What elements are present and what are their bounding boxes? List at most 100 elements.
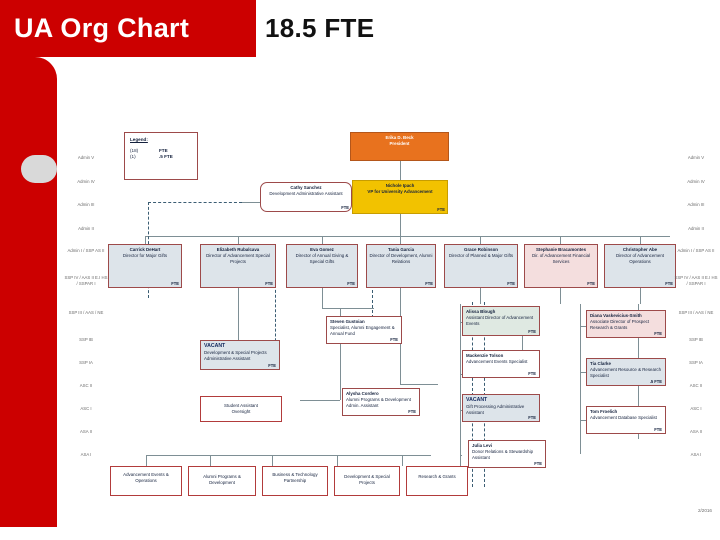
connector — [400, 214, 401, 236]
node-assoc-director-prospect-research[interactable]: Diana Vaskevicius-Smith Associate Direct… — [586, 310, 666, 338]
connector — [146, 455, 147, 466]
function-label: Advancement Events & Operations — [123, 472, 169, 483]
node-research-specialist[interactable]: Tia Clarke Advancement Resource & Resear… — [586, 358, 666, 386]
node-database-specialist[interactable]: Tom Froelich Advancement Database Specia… — [586, 406, 666, 434]
node-role: Specialist, Alumni Engagement & Annual F… — [330, 324, 395, 336]
node-role: Advancement Database Specialist — [590, 414, 657, 420]
node-role: Development Administrative Assistant — [269, 190, 343, 196]
function-research-grants[interactable]: Research & Grants — [406, 466, 468, 496]
connector — [640, 236, 641, 244]
node-vacant-gift-processing-assistant[interactable]: VACANT Gift Processing Administrative As… — [462, 394, 540, 422]
connector — [272, 455, 273, 466]
connector — [402, 455, 403, 466]
node-fte: .5 FTE — [649, 378, 662, 384]
node-fte: FTE — [528, 414, 536, 420]
node-role: VP for University Advancement — [367, 188, 433, 194]
ruler-left-asc-i: ASC I — [80, 406, 92, 411]
ruler-right-asa-i: ASA I — [690, 452, 702, 457]
ruler-right-ssp-iv: SSP IV / AAS II E.I HS / SSPAR I — [674, 275, 718, 286]
ruler-left-admin-iii: Admin III — [77, 202, 95, 207]
rail-notch-decoration — [21, 155, 57, 183]
node-director-alumni-relations[interactable]: Tania Garcia Director of Development, Al… — [366, 244, 436, 288]
node-director-major-gifts[interactable]: Carrick DeHart Director for Major Gifts … — [108, 244, 182, 288]
org-chart: Legend: (18) FTE (1) .5 FTE Erika D. Bec… — [60, 110, 720, 515]
node-director-annual-giving[interactable]: Eva Gomez Director of Annual Giving & Sp… — [286, 244, 358, 288]
ruler-right-admin-i: Admin I / SSP AS II — [677, 248, 715, 253]
connector — [480, 288, 481, 304]
node-role: Director for Major Gifts — [122, 252, 168, 258]
node-fte: FTE — [171, 280, 179, 286]
function-development-special-projects[interactable]: Development & Special Projects — [334, 466, 400, 496]
ruler-left-asa-ii: ASA II — [80, 429, 92, 434]
node-director-special-projects[interactable]: Elizabeth Rubalcava Director of Advancem… — [200, 244, 276, 288]
node-alumni-engagement-specialist[interactable]: Steven Gustoian Specialist, Alumni Engag… — [326, 316, 402, 344]
function-label: Development & Special Projects — [344, 474, 390, 485]
node-role: Development & Special Projects Administr… — [204, 349, 267, 361]
ruler-left-ssp-iii: SSP III / AAS / NE — [68, 310, 104, 315]
node-fte: FTE — [665, 280, 673, 286]
connector — [300, 400, 340, 401]
node-development-admin-assistant[interactable]: Cathy Sanchez Development Administrative… — [260, 182, 352, 212]
ruler-right-admin-iii: Admin III — [687, 202, 705, 207]
node-fte: FTE — [265, 280, 273, 286]
side-rail — [0, 57, 57, 527]
function-business-technology[interactable]: Business & Technology Partnership — [262, 466, 328, 496]
node-role: Assistant Director of Advancement Events — [466, 314, 534, 326]
connector — [238, 236, 239, 244]
connector — [238, 288, 239, 340]
node-donor-relations-assistant[interactable]: Julia Levi Donor Relations & Stewardship… — [468, 440, 546, 468]
node-president[interactable]: Erika D. Beck President — [350, 132, 449, 161]
legend-heading: Legend: — [130, 137, 148, 142]
node-fte: FTE — [408, 408, 416, 414]
node-fte: FTE — [390, 336, 398, 342]
page-subtitle-fte: 18.5 FTE — [265, 13, 375, 43]
node-events-specialist[interactable]: Mackenzie Tolson Advancement Events Spec… — [462, 350, 540, 378]
ruler-left-admin-ii: Admin II — [78, 226, 94, 231]
function-advancement-events[interactable]: Advancement Events & Operations — [110, 466, 182, 496]
connector — [322, 288, 323, 308]
ruler-left-asa-i: ASA I — [80, 452, 92, 457]
ruler-right-admin-iv: Admin IV — [687, 179, 705, 184]
node-role: Director of Advancement Operations — [615, 252, 665, 264]
node-fte: FTE — [437, 206, 445, 212]
node-fte: FTE — [341, 204, 349, 210]
connector — [322, 236, 323, 244]
node-student-assistant-oversight[interactable]: Student Assistant Oversight — [200, 396, 282, 422]
ruler-right-asc-i: ASC I — [690, 406, 702, 411]
function-alumni-programs[interactable]: Alumni Programs & Development — [188, 466, 256, 496]
connector — [640, 288, 641, 304]
node-asst-director-events[interactable]: Alissa Blough Assistant Director of Adva… — [462, 306, 540, 336]
connector — [210, 455, 211, 466]
connector — [560, 236, 561, 244]
ruler-right-ssp-ia: SSP IA — [689, 360, 703, 365]
ruler-right-ssp-iii: SSP III / AAS / NE — [678, 310, 714, 315]
connector-spine — [146, 455, 431, 456]
node-fte: FTE — [268, 362, 276, 368]
ruler-right-ssp-ib: SSP IB — [689, 337, 703, 342]
node-name: Stephanie Bracamontes — [535, 247, 587, 252]
node-vp[interactable]: Nichole Ipach VP for University Advancem… — [352, 180, 448, 214]
node-director-advancement-operations[interactable]: Christopher Abe Director of Advancement … — [604, 244, 676, 288]
ruler-left-admin-v: Admin V — [77, 155, 95, 160]
node-role: Director of Development, Alumni Relation… — [369, 252, 433, 264]
node-director-planned-gifts[interactable]: Grace Robinson Director of Planned & Maj… — [444, 244, 518, 288]
legend-unit: .5 FTE — [159, 154, 173, 160]
node-vacant-special-projects-assistant[interactable]: VACANT Development & Special Projects Ad… — [200, 340, 280, 370]
legend-count: (1) — [130, 154, 136, 160]
node-role: Oversight — [231, 408, 251, 414]
date-stamp: 2/2016 — [697, 508, 712, 513]
ruler-left-admin-i: Admin I / SSP AS II — [67, 248, 105, 253]
ruler-left-admin-iv: Admin IV — [77, 179, 95, 184]
node-role: President — [389, 140, 410, 146]
node-name: VACANT — [204, 343, 226, 349]
node-alumni-programs-admin-assistant[interactable]: Alysha Cordero Alumni Programs & Develop… — [342, 388, 420, 416]
node-role: Dir. of Advancement Financial Services — [531, 252, 591, 264]
connector-spine — [145, 236, 670, 237]
function-label: Business & Technology Partnership — [272, 472, 318, 483]
connector — [480, 236, 481, 244]
legend-row: (1) .5 FTE — [130, 154, 192, 160]
node-dir-financial-services[interactable]: Stephanie Bracamontes Dir. of Advancemen… — [524, 244, 598, 288]
ruler-left-asc-ii: ASC II — [79, 383, 93, 388]
ruler-right-admin-v: Admin V — [687, 155, 705, 160]
node-fte: FTE — [587, 280, 595, 286]
